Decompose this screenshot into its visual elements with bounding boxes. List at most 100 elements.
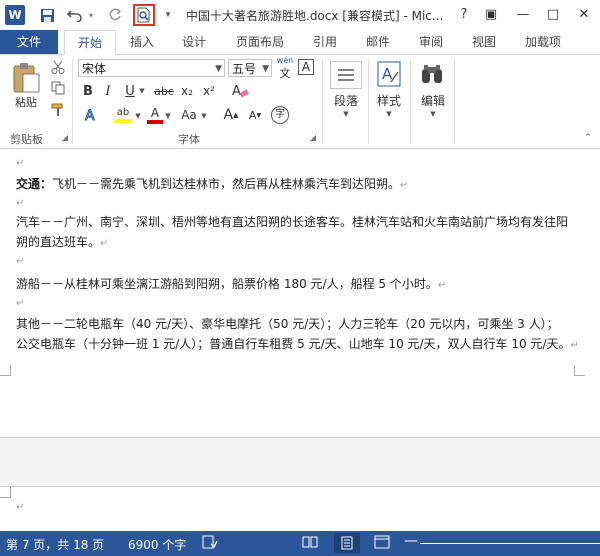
- chevron-down-icon[interactable]: ▼: [427, 109, 439, 119]
- tab-page-layout[interactable]: 页面布局: [236, 30, 284, 54]
- chevron-down-icon[interactable]: ▼: [262, 60, 269, 78]
- paragraph-text: 飞机－－需先乘飞机到达桂林市，然后再从桂林乘汽车到达阳朔。: [52, 177, 401, 191]
- print-layout-icon[interactable]: [334, 533, 360, 553]
- zoom-out-icon[interactable]: —: [404, 533, 418, 549]
- copy-icon[interactable]: [50, 80, 66, 96]
- print-preview-icon[interactable]: [133, 4, 155, 26]
- grow-font-button[interactable]: A ▲: [222, 105, 240, 125]
- character-border-icon[interactable]: A: [298, 59, 314, 75]
- styles-icon[interactable]: A: [374, 59, 404, 89]
- clipboard-group-label: 剪贴板: [10, 133, 43, 146]
- doc-paragraph[interactable]: 公交电瓶车（十分钟一班 1 元/人）；普通自行车租费 5 元/天、山地车 10 …: [16, 335, 579, 352]
- redo-icon[interactable]: [106, 6, 124, 24]
- close-button[interactable]: ✕: [573, 4, 595, 26]
- change-case-button[interactable]: Aa: [178, 105, 200, 125]
- tab-view[interactable]: 视图: [472, 30, 496, 54]
- collapse-ribbon-icon[interactable]: ⌃: [582, 133, 594, 143]
- text-effects-icon[interactable]: A: [82, 105, 100, 125]
- read-mode-icon[interactable]: [302, 535, 318, 552]
- window-title: 中国十大著名旅游胜地.docx [兼容模式] - Mic...: [186, 9, 444, 23]
- doc-paragraph[interactable]: 汽车－－广州、南宁、深圳、梧州等地有直达阳朔的长途客车。桂林汽车站和火车南站前广…: [16, 213, 568, 230]
- italic-button[interactable]: I: [100, 82, 116, 100]
- doc-paragraph[interactable]: ↵: [16, 155, 24, 169]
- word-app-icon[interactable]: W: [5, 5, 25, 25]
- doc-paragraph[interactable]: 朔的直达班车。↵: [16, 233, 108, 250]
- cut-icon[interactable]: [50, 59, 66, 75]
- web-layout-icon[interactable]: [374, 535, 390, 552]
- paragraph-button-label[interactable]: 段落: [328, 93, 364, 108]
- chevron-down-icon[interactable]: ▼: [200, 110, 208, 122]
- styles-button-label[interactable]: 样式: [372, 93, 406, 108]
- customize-quick-access-icon[interactable]: ▾: [162, 6, 174, 24]
- shrink-font-button[interactable]: A ▼: [246, 105, 264, 125]
- strikethrough-button[interactable]: abc: [152, 82, 176, 100]
- bold-button[interactable]: B: [80, 82, 96, 100]
- paragraph-mark-icon: ↵: [16, 198, 25, 209]
- paste-button-label[interactable]: 粘贴: [8, 95, 44, 109]
- ribbon-display-options-button[interactable]: ▣: [480, 4, 502, 26]
- subscript-button[interactable]: x₂: [178, 82, 196, 100]
- doc-paragraph[interactable]: ↵: [16, 295, 24, 309]
- tab-review[interactable]: 审阅: [419, 30, 443, 54]
- chevron-down-icon[interactable]: ▼: [134, 110, 142, 122]
- paragraph-icon[interactable]: [330, 61, 362, 89]
- page-count[interactable]: 第 7 页，共 18 页: [6, 536, 104, 553]
- tab-references[interactable]: 引用: [313, 30, 337, 54]
- doc-paragraph[interactable]: 交通：飞机－－需先乘飞机到达桂林市，然后再从桂林乘汽车到达阳朔。↵: [16, 175, 408, 192]
- tab-design[interactable]: 设计: [182, 30, 206, 54]
- paragraph-mark-icon: ↵: [100, 238, 109, 249]
- chevron-down-icon[interactable]: ▼: [383, 109, 395, 119]
- chevron-down-icon[interactable]: ▼: [164, 110, 172, 122]
- tab-mailings[interactable]: 邮件: [366, 30, 390, 54]
- save-icon[interactable]: [38, 6, 56, 24]
- tab-file[interactable]: 文件: [0, 30, 58, 54]
- group-separator: [72, 59, 73, 143]
- status-bar: 第 7 页，共 18 页 6900 个字 —: [0, 531, 600, 556]
- clipboard-launcher-icon[interactable]: ◢: [60, 132, 70, 142]
- chevron-down-icon[interactable]: ▼: [215, 60, 222, 78]
- svg-text:A: A: [232, 84, 241, 99]
- chevron-down-icon[interactable]: ▼: [138, 84, 146, 98]
- doc-paragraph[interactable]: 游船－－从桂林可乘坐漓江游船到阳朔，船票价格 180 元/人，船程 5 个小时。…: [16, 275, 446, 292]
- tab-home[interactable]: 开始: [64, 30, 116, 56]
- maximize-button[interactable]: □: [542, 4, 564, 26]
- text-highlight-button[interactable]: ab: [112, 105, 134, 125]
- tab-insert[interactable]: 插入: [130, 30, 154, 54]
- font-color-label: A: [150, 106, 160, 120]
- chevron-down-icon[interactable]: ▼: [340, 109, 352, 119]
- enclose-characters-button[interactable]: 字: [270, 105, 290, 125]
- underline-button[interactable]: U: [122, 82, 138, 100]
- zoom-slider[interactable]: [420, 543, 600, 544]
- undo-dropdown-icon[interactable]: ▾: [86, 6, 96, 24]
- paste-icon[interactable]: [8, 61, 44, 95]
- proofing-icon[interactable]: [202, 535, 218, 552]
- page-two[interactable]: ↵: [0, 487, 600, 531]
- title-bar: W ▾ ▾ 中国十大著名旅游胜地.docx [兼容模式] - Mic... ? …: [0, 0, 600, 30]
- doc-paragraph[interactable]: 其他－－二轮电瓶车（40 元/天）、豪华电摩托（50 元/天）；人力三轮车（20…: [16, 315, 559, 332]
- ribbon-tab-bar: 文件 开始 插入 设计 页面布局 引用 邮件 审阅 视图 加载项: [0, 30, 600, 56]
- doc-paragraph[interactable]: ↵: [16, 195, 24, 209]
- superscript-button[interactable]: x²: [200, 82, 218, 100]
- page-margin-mark: [0, 365, 11, 376]
- doc-paragraph[interactable]: ↵: [16, 499, 24, 513]
- font-launcher-icon[interactable]: ◢: [308, 132, 318, 142]
- word-count[interactable]: 6900 个字: [128, 536, 186, 553]
- help-button[interactable]: ?: [453, 4, 475, 26]
- group-separator: [368, 59, 369, 143]
- format-painter-icon[interactable]: [50, 102, 66, 118]
- editing-button-label[interactable]: 编辑: [416, 93, 450, 108]
- paragraph-mark-icon: ↵: [400, 180, 409, 191]
- doc-paragraph[interactable]: ↵: [16, 253, 24, 267]
- find-binoculars-icon[interactable]: [418, 59, 446, 89]
- phonetic-guide-icon[interactable]: wén 文: [276, 56, 294, 80]
- page-margin-mark: [574, 365, 585, 376]
- font-size-combo[interactable]: 五号 ▼: [228, 59, 272, 77]
- group-separator: [322, 59, 323, 143]
- font-size-value: 五号: [232, 62, 257, 76]
- font-name-combo[interactable]: 宋体 ▼: [78, 59, 225, 77]
- clear-formatting-icon[interactable]: A: [230, 81, 250, 101]
- font-color-button[interactable]: A: [146, 105, 164, 125]
- tab-addins[interactable]: 加载项: [525, 30, 561, 54]
- minimize-button[interactable]: —: [512, 4, 534, 26]
- undo-icon[interactable]: [66, 6, 84, 24]
